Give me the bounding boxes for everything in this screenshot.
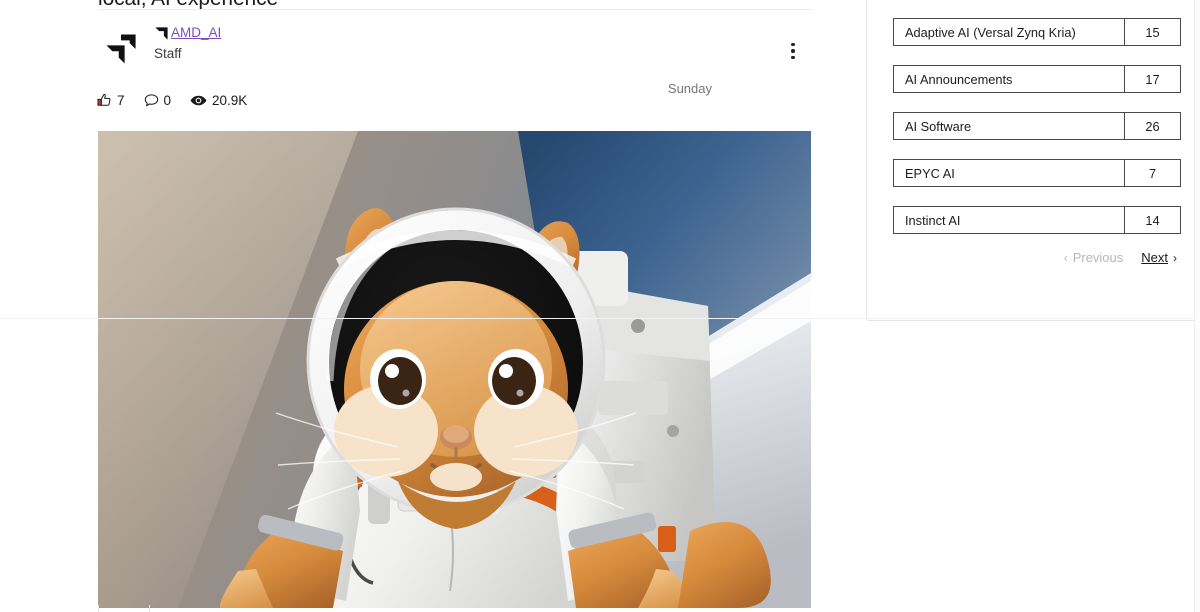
chevron-right-icon: ›: [1173, 250, 1177, 265]
page-seam: [0, 318, 1200, 319]
eye-icon: [190, 95, 207, 106]
post-stats: 7 0 20.9K: [96, 92, 247, 109]
chevron-left-icon: ‹: [1063, 250, 1068, 265]
category-row-epyc-ai[interactable]: EPYC AI 7: [893, 159, 1181, 187]
author-role-label: Staff: [154, 46, 182, 61]
category-label: AI Announcements: [894, 66, 1125, 92]
category-count: 15: [1145, 24, 1160, 40]
category-label: EPYC AI: [894, 160, 1125, 186]
post-image[interactable]: [98, 131, 811, 608]
likes-stat[interactable]: 7: [96, 92, 125, 109]
category-count: 14: [1145, 212, 1160, 228]
author-link[interactable]: AMD_AI: [171, 25, 221, 41]
category-row-adaptive-ai[interactable]: Adaptive AI (Versal Zynq Kria) 15: [893, 18, 1181, 46]
next-page-button[interactable]: Next ›: [1141, 250, 1177, 265]
kebab-dot: [791, 42, 795, 47]
amd-badge-icon: [155, 26, 168, 40]
thumbs-up-icon: [97, 93, 111, 106]
category-row-instinct-ai[interactable]: Instinct AI 14: [893, 206, 1181, 234]
likes-count: 7: [117, 93, 125, 108]
forum-post-page: local, AI experience AMD_AI Staff: [0, 0, 1200, 612]
avatar[interactable]: [98, 26, 144, 72]
page-title: local, AI experience: [98, 0, 798, 12]
previous-page-label: Previous: [1072, 250, 1124, 265]
pagination: ‹ Previous Next ›: [1064, 250, 1177, 265]
post-column: local, AI experience AMD_AI Staff: [0, 0, 860, 612]
category-label: Adaptive AI (Versal Zynq Kria): [894, 19, 1125, 45]
category-label: Instinct AI: [894, 207, 1125, 233]
scrollbar-track[interactable]: [1194, 0, 1200, 612]
author-name-line: AMD_AI: [154, 24, 221, 42]
views-count: 20.9K: [212, 93, 248, 108]
previous-page-button: ‹ Previous: [1064, 250, 1124, 265]
comment-bubble-icon: [144, 94, 158, 107]
title-divider: [98, 9, 812, 10]
next-page-label: Next: [1141, 250, 1168, 265]
post-timestamp: Sunday: [667, 81, 712, 96]
kebab-dot: [791, 55, 795, 60]
category-count: 26: [1145, 118, 1160, 134]
views-stat: 20.9K: [189, 92, 247, 109]
category-row-ai-software[interactable]: AI Software 26: [893, 112, 1181, 140]
category-list: Adaptive AI (Versal Zynq Kria) 15 AI Ann…: [893, 18, 1181, 253]
kebab-dot: [791, 49, 795, 53]
category-count: 7: [1148, 165, 1157, 181]
author-meta: AMD_AI Staff: [154, 24, 221, 62]
comments-count: 0: [163, 93, 172, 108]
content-edge-below-image: [98, 605, 150, 612]
amd-logo-icon: [106, 34, 136, 64]
comments-stat[interactable]: 0: [143, 92, 172, 109]
category-row-ai-announcements[interactable]: AI Announcements 17: [893, 65, 1181, 93]
post-author-row: AMD_AI Staff: [98, 24, 812, 76]
category-count: 17: [1145, 71, 1160, 87]
squirrel-astronaut-image: [98, 131, 811, 608]
kebab-menu-icon[interactable]: [782, 38, 804, 64]
categories-card: Adaptive AI (Versal Zynq Kria) 15 AI Ann…: [866, 0, 1198, 321]
category-label: AI Software: [894, 113, 1125, 139]
